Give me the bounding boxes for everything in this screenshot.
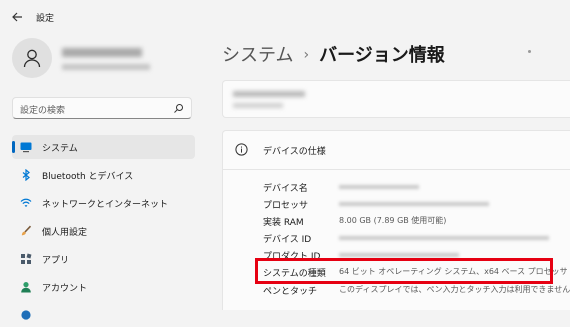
spec-row-processor: プロセッサ bbox=[263, 196, 570, 213]
spec-row-device-id: デバイス ID bbox=[263, 230, 570, 247]
brush-icon bbox=[21, 225, 32, 236]
apps-icon bbox=[21, 253, 32, 264]
spec-value-redacted bbox=[339, 202, 489, 206]
app-title: 設定 bbox=[36, 14, 55, 24]
search-input[interactable]: 設定の検索 bbox=[20, 103, 65, 116]
sidebar-item-label: 個人用設定 bbox=[42, 228, 88, 238]
spec-label: ペンとタッチ bbox=[263, 287, 318, 297]
avatar[interactable] bbox=[12, 38, 52, 78]
sidebar-item-label: システム bbox=[42, 144, 78, 154]
person-icon bbox=[21, 282, 31, 293]
clock-icon bbox=[21, 310, 31, 320]
user-email bbox=[62, 64, 150, 70]
spec-row-ram: 実装 RAM 8.00 GB (7.89 GB 使用可能) bbox=[263, 213, 570, 230]
sidebar-item-personalization[interactable]: 個人用設定 bbox=[12, 219, 195, 243]
spec-value-redacted bbox=[339, 236, 549, 240]
more-icon bbox=[528, 50, 531, 53]
spec-row-pen-touch: ペンとタッチ このディスプレイでは、ペン入力とタッチ入力は利用できません bbox=[263, 282, 570, 299]
title-bar: 設定 bbox=[0, 0, 570, 34]
breadcrumb-parent[interactable]: システム bbox=[222, 45, 293, 66]
search-icon[interactable] bbox=[173, 103, 184, 114]
spec-value: このディスプレイでは、ペン入力とタッチ入力は利用できません bbox=[339, 285, 570, 294]
highlight-box bbox=[255, 258, 553, 284]
user-name bbox=[62, 48, 142, 57]
spec-value: 8.00 GB (7.89 GB 使用可能) bbox=[339, 216, 447, 225]
spec-value-redacted bbox=[339, 253, 459, 257]
spec-value-redacted bbox=[339, 185, 419, 189]
sidebar-item-bluetooth[interactable]: Bluetooth とデバイス bbox=[12, 163, 195, 187]
bluetooth-icon bbox=[22, 169, 30, 181]
sidebar-item-label: ネットワークとインターネット bbox=[42, 200, 169, 210]
sidebar-item-label: アカウント bbox=[42, 284, 88, 294]
sidebar-item-label: Bluetooth とデバイス bbox=[42, 172, 134, 182]
person-silhouette-icon bbox=[23, 49, 41, 68]
sidebar: 設定の検索 システム Bluetooth とデバイス ネットワークとインターネッ… bbox=[0, 34, 210, 320]
selection-indicator bbox=[12, 141, 15, 153]
sidebar-item-accounts[interactable]: アカウント bbox=[12, 275, 195, 299]
sidebar-item-network[interactable]: ネットワークとインターネット bbox=[12, 191, 195, 215]
back-arrow-icon[interactable] bbox=[10, 10, 24, 24]
search-box[interactable]: 設定の検索 bbox=[12, 97, 192, 119]
spec-label: デバイス ID bbox=[263, 235, 312, 245]
monitor-icon bbox=[20, 142, 32, 153]
breadcrumb: システム › バージョン情報 bbox=[222, 41, 445, 67]
sidebar-item-label: アプリ bbox=[42, 256, 70, 266]
breadcrumb-separator: › bbox=[303, 47, 310, 63]
sidebar-item-next[interactable] bbox=[12, 303, 195, 327]
page-title: バージョン情報 bbox=[319, 45, 445, 66]
pc-model bbox=[233, 103, 283, 108]
spec-label: デバイス名 bbox=[263, 184, 308, 194]
spec-label: プロセッサ bbox=[263, 201, 309, 211]
sidebar-item-apps[interactable]: アプリ bbox=[12, 247, 195, 271]
sidebar-item-system[interactable]: システム bbox=[12, 135, 195, 159]
wifi-icon bbox=[20, 198, 32, 207]
device-specs-header[interactable]: デバイスの仕様 bbox=[223, 131, 570, 170]
device-specs-title: デバイスの仕様 bbox=[263, 147, 326, 157]
spec-row-device-name: デバイス名 bbox=[263, 179, 570, 196]
device-name-card bbox=[222, 80, 570, 118]
spec-label: 実装 RAM bbox=[263, 218, 304, 228]
info-icon bbox=[235, 143, 248, 156]
pc-name bbox=[233, 91, 305, 97]
